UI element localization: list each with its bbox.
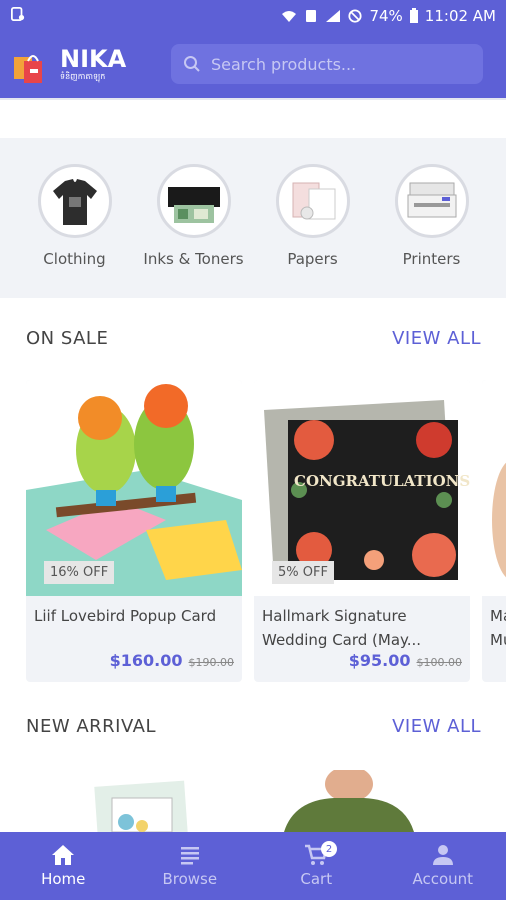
category-label: Inks & Toners (143, 250, 244, 268)
on-sale-header: ON SALE VIEW ALL (0, 320, 506, 356)
product-image (482, 380, 506, 596)
search-input[interactable] (211, 54, 471, 74)
product-card[interactable]: Ma Mu (482, 380, 506, 682)
battery-icon (409, 8, 418, 23)
printer-icon (394, 164, 469, 238)
nav-home[interactable]: Home (0, 832, 127, 900)
product-image (284, 770, 414, 832)
sim-icon (306, 10, 317, 22)
tshirt-icon (37, 164, 112, 238)
new-arrival-header: NEW ARRIVAL VIEW ALL (0, 708, 506, 744)
bottom-navigation: Home Browse 2 Cart Account (0, 832, 506, 900)
new-arrival-carousel[interactable] (26, 770, 506, 832)
product-image: 16% OFF (26, 380, 242, 596)
category-clothing[interactable]: Clothing (20, 138, 130, 298)
nav-cart[interactable]: 2 Cart (253, 832, 380, 900)
sale-price: $95.00 (348, 651, 411, 670)
home-icon (52, 845, 75, 865)
cart-count-badge: 2 (321, 841, 337, 857)
printer-ink-icon (156, 164, 231, 238)
nav-browse[interactable]: Browse (127, 832, 254, 900)
list-icon (180, 847, 199, 865)
sale-price: $160.00 (109, 651, 183, 670)
shopping-bags-icon (14, 55, 42, 83)
view-all-on-sale-link[interactable]: VIEW ALL (392, 328, 481, 349)
nav-label: Account (412, 870, 474, 888)
product-card[interactable] (254, 770, 470, 832)
signal-icon (326, 10, 341, 22)
section-title: ON SALE (26, 327, 109, 349)
original-price: $190.00 (188, 656, 235, 669)
logo-text: NIKA (60, 45, 127, 73)
product-title: Ma Mu (490, 607, 506, 649)
product-prices: $95.00 $100.00 (349, 651, 462, 670)
clock: 11:02 AM (424, 7, 496, 25)
top-spacer (0, 98, 506, 138)
category-list: Clothing Inks & Toners Papers Printers (0, 138, 506, 298)
status-bar: 74% 11:02 AM (0, 0, 506, 32)
original-price: $100.00 (416, 656, 463, 669)
product-card[interactable]: 16% OFF Liif Lovebird Popup Card $160.00… (26, 380, 242, 682)
nav-label: Home (41, 870, 86, 888)
category-papers[interactable]: Papers (258, 138, 368, 298)
discount-badge: 5% OFF (272, 561, 334, 584)
search-icon (184, 56, 200, 72)
product-card[interactable] (26, 770, 242, 832)
product-image: CONGRATULATIONS 5% OFF (254, 380, 470, 596)
category-label: Papers (287, 250, 338, 268)
product-card[interactable] (482, 770, 506, 832)
category-label: Clothing (43, 250, 106, 268)
view-all-new-arrival-link[interactable]: VIEW ALL (392, 716, 481, 737)
product-image (94, 780, 189, 832)
notification-icon (11, 7, 25, 21)
wifi-icon (282, 11, 297, 22)
category-printers[interactable]: Printers (377, 138, 487, 298)
do-not-disturb-icon (348, 9, 363, 23)
on-sale-carousel[interactable]: 16% OFF Liif Lovebird Popup Card $160.00… (26, 380, 506, 682)
product-title: Hallmark Signature Wedding Card (May... (262, 607, 422, 649)
status-right: 74% 11:02 AM (281, 7, 496, 25)
nav-account[interactable]: Account (380, 832, 506, 900)
search-bar[interactable] (171, 44, 483, 84)
product-title: Liif Lovebird Popup Card (34, 607, 217, 625)
paper-icon (275, 164, 350, 238)
app-header: NIKA ទំនិញកាតាឡុក (0, 32, 506, 98)
card-greeting-text: CONGRATULATIONS (294, 472, 470, 490)
status-left (10, 7, 281, 25)
battery-percent: 74% (369, 7, 403, 25)
nav-label: Cart (300, 870, 333, 888)
nav-label: Browse (162, 870, 218, 888)
category-inks-toners[interactable]: Inks & Toners (139, 138, 249, 298)
discount-badge: 16% OFF (44, 561, 115, 584)
nika-logo[interactable]: NIKA ទំនិញកាតាឡុក (12, 41, 138, 89)
category-label: Printers (402, 250, 461, 268)
section-title: NEW ARRIVAL (26, 715, 156, 737)
product-prices: $160.00 $190.00 (110, 651, 234, 670)
person-icon (432, 845, 453, 865)
product-card[interactable]: CONGRATULATIONS 5% OFF Hallmark Signatur… (254, 380, 470, 682)
